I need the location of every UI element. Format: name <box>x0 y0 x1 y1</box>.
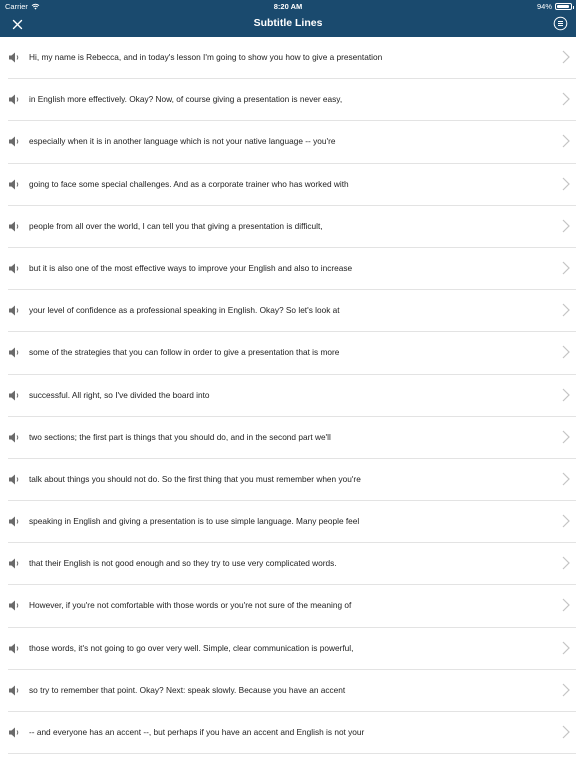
chevron-right-icon <box>562 177 570 190</box>
navigation-bar: Subtitle Lines <box>0 12 576 37</box>
subtitle-text: going to face some special challenges. A… <box>29 178 349 189</box>
speaker-icon[interactable] <box>8 642 21 655</box>
speaker-icon[interactable] <box>8 557 21 570</box>
subtitle-line-row[interactable]: talk about things you should not do. So … <box>8 459 576 502</box>
battery-status: 94% <box>536 2 574 11</box>
speaker-icon[interactable] <box>8 473 21 486</box>
chevron-right-icon <box>562 472 570 486</box>
chevron-right-icon <box>562 261 570 275</box>
speaker-icon[interactable] <box>8 599 21 612</box>
chevron-right-icon <box>562 430 570 444</box>
chevron-right-icon <box>562 556 570 570</box>
speaker-icon[interactable] <box>8 304 21 317</box>
subtitle-line-row[interactable]: so try to remember that point. Okay? Nex… <box>8 670 576 712</box>
subtitle-line-row[interactable]: those words, it's not going to go over v… <box>8 628 576 670</box>
page-title: Subtitle Lines <box>253 17 323 29</box>
subtitle-line-row[interactable]: especially when it is in another languag… <box>8 121 576 164</box>
subtitle-line-row[interactable]: -- and everyone has an accent --, but pe… <box>8 712 576 755</box>
speaker-icon[interactable] <box>8 93 21 106</box>
subtitle-line-row[interactable]: that their English is not good enough an… <box>8 543 576 586</box>
subtitle-text: people from all over the world, I can te… <box>29 220 323 231</box>
chevron-right-icon <box>562 219 570 233</box>
subtitle-line-row[interactable]: successful. All right, so I've divided t… <box>8 375 576 417</box>
speaker-icon[interactable] <box>8 262 21 275</box>
subtitle-text: However, if you're not comfortable with … <box>29 600 352 611</box>
subtitle-text: Hi, my name is Rebecca, and in today's l… <box>29 52 383 62</box>
subtitle-line-row[interactable]: going to face some special challenges. A… <box>8 164 576 206</box>
subtitle-text: your level of confidence as a profession… <box>29 305 340 316</box>
subtitle-text: some of the strategies that you can foll… <box>29 347 340 358</box>
subtitle-text: -- and everyone has an accent --, but pe… <box>29 727 365 737</box>
speaker-icon[interactable] <box>8 135 21 148</box>
subtitle-line-row[interactable]: in English more effectively. Okay? Now, … <box>8 79 576 122</box>
subtitle-text: talk about things you should not do. So … <box>29 473 361 484</box>
subtitle-text: in English more effectively. Okay? Now, … <box>29 94 343 105</box>
subtitle-text: so try to remember that point. Okay? Nex… <box>29 684 346 695</box>
subtitle-text: especially when it is in another languag… <box>29 136 336 147</box>
chevron-right-icon <box>562 134 570 148</box>
speaker-icon[interactable] <box>8 431 21 444</box>
speaker-icon[interactable] <box>8 178 21 191</box>
chevron-right-icon <box>562 92 570 106</box>
subtitle-text: but it is also one of the most effective… <box>29 262 353 273</box>
speaker-icon[interactable] <box>8 51 21 64</box>
subtitle-text: speaking in English and giving a present… <box>29 516 360 527</box>
speaker-icon[interactable] <box>8 346 21 359</box>
status-bar: Carrier 8:20 AM 94% <box>0 0 576 12</box>
subtitle-text: that their English is not good enough an… <box>29 558 337 569</box>
battery-fill <box>557 5 570 8</box>
subtitle-line-row[interactable]: people from all over the world, I can te… <box>8 206 576 248</box>
chevron-right-icon <box>562 683 570 697</box>
subtitle-line-row[interactable]: Hi, my name is Rebecca, and in today's l… <box>8 37 576 80</box>
chevron-right-icon <box>562 50 570 64</box>
battery-percent: 94% <box>536 2 552 11</box>
subtitle-text: two sections; the first part is things t… <box>29 431 331 442</box>
subtitle-line-row[interactable]: your level of confidence as a profession… <box>8 290 576 333</box>
chevron-right-icon <box>562 599 570 612</box>
status-time: 8:20 AM <box>273 2 303 11</box>
chevron-right-icon <box>562 388 570 401</box>
subtitle-line-row[interactable]: some of the strategies that you can foll… <box>8 332 576 375</box>
chevron-right-icon <box>562 303 570 317</box>
subtitle-text: those words, it's not going to go over v… <box>29 642 354 653</box>
chevron-right-icon <box>562 641 570 655</box>
chevron-right-icon <box>562 514 570 528</box>
subtitle-text: successful. All right, so I've divided t… <box>29 389 210 400</box>
battery-icon <box>555 3 574 10</box>
subtitle-line-row[interactable]: However, if you're not comfortable with … <box>8 585 576 628</box>
speaker-icon[interactable] <box>8 684 21 697</box>
top-bar: Carrier 8:20 AM 94% Subtitle Lines <box>0 0 576 37</box>
chevron-right-icon <box>562 725 570 739</box>
speaker-icon[interactable] <box>8 220 21 233</box>
speaker-icon[interactable] <box>8 515 21 528</box>
subtitle-line-row[interactable]: two sections; the first part is things t… <box>8 417 576 459</box>
speaker-icon[interactable] <box>8 726 21 739</box>
list-menu-icon[interactable] <box>553 16 568 31</box>
subtitle-line-row[interactable]: but it is also one of the most effective… <box>8 248 576 291</box>
subtitle-list: Hi, my name is Rebecca, and in today's l… <box>0 37 576 768</box>
speaker-icon[interactable] <box>8 389 21 402</box>
subtitle-line-row[interactable]: speaking in English and giving a present… <box>8 501 576 544</box>
chevron-right-icon <box>562 345 570 359</box>
